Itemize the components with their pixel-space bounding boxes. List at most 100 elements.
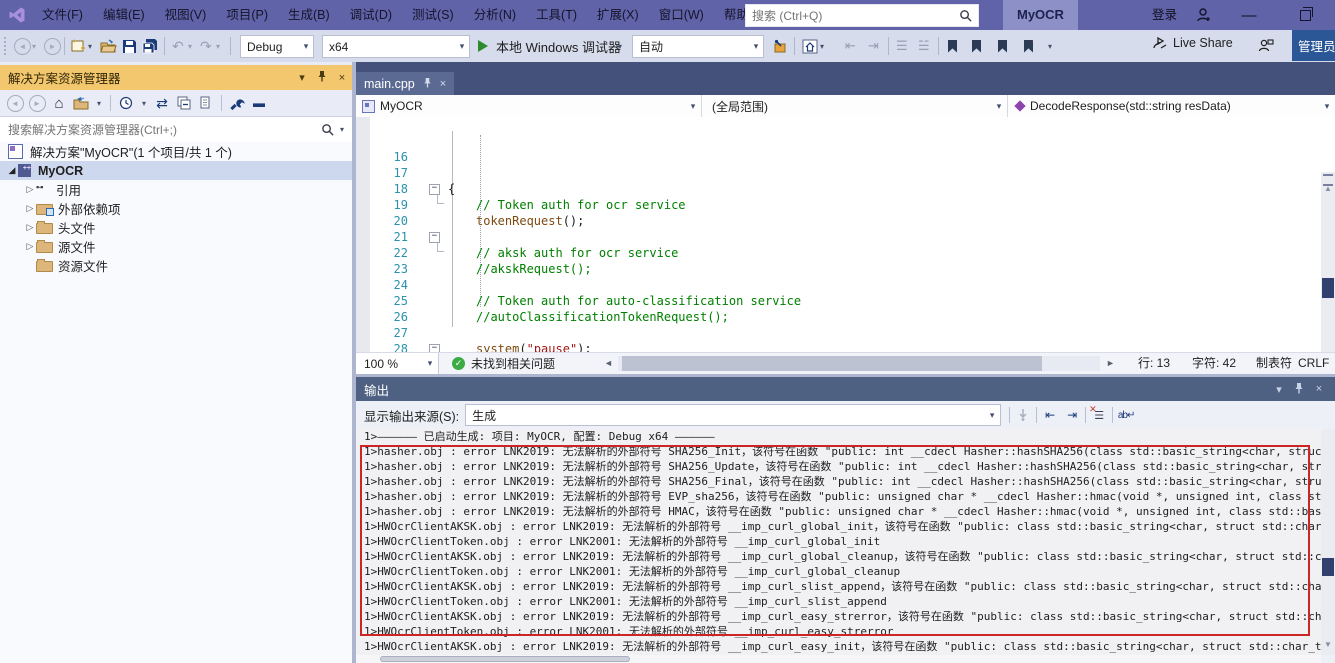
sign-in-button[interactable]: 登录 [1152,0,1177,30]
navigate-back-dropdown[interactable]: ▾ [32,36,36,56]
preview-selected-icon[interactable]: ▬ [250,94,268,112]
editor-horizontal-scrollbar[interactable] [618,356,1100,371]
tree-item[interactable]: ▷ 源文件 [0,237,352,256]
auto-dropdown[interactable]: 自动▾ [632,35,764,58]
comment-icon[interactable]: ☰ [896,36,908,56]
show-all-files-icon[interactable] [197,94,215,112]
tree-item[interactable]: ▷ 引用 [0,180,352,199]
search-options-dropdown[interactable]: ▾ [340,125,352,134]
code-line[interactable]: 22 − [356,213,1335,229]
output-horizontal-scrollbar[interactable] [356,655,1321,663]
menu-item[interactable]: 扩展(X) [587,0,649,30]
code-line[interactable]: 21 − //akskRequest(); [356,197,1335,213]
user-account-icon[interactable] [1196,7,1212,26]
scroll-up-icon[interactable]: ▲ [1321,184,1335,193]
start-debugging-icon[interactable] [478,36,488,56]
collapse-all-icon[interactable] [175,94,193,112]
output-source-dropdown[interactable]: 生成▾ [465,404,1001,426]
indent-increase-icon[interactable]: ⇥ [868,36,879,56]
tab-close-icon[interactable]: × [440,78,446,90]
minimize-button[interactable]: — [1232,0,1266,30]
toggle-bookmark-button[interactable] [948,36,957,56]
home-icon[interactable]: ⌂ [50,94,68,112]
menu-item[interactable]: 测试(S) [402,0,464,30]
quick-search-box[interactable] [745,4,979,27]
menu-item[interactable]: 生成(B) [278,0,340,30]
code-line[interactable]: 24 − //autoClassificationTokenRequest(); [356,245,1335,261]
solution-explorer-search-input[interactable] [0,123,321,137]
live-share-button[interactable]: Live Share [1152,36,1233,50]
uncomment-icon[interactable]: ☱ [918,36,930,56]
scrollbar-thumb[interactable] [1322,558,1334,576]
close-icon[interactable]: × [1309,383,1335,395]
sync-with-active-document-icon[interactable]: ⇄ [153,94,171,112]
undo-button[interactable]: ↶ [172,36,184,56]
quick-search-input[interactable] [746,9,959,23]
filter-dropdown[interactable]: ▾ [139,94,149,112]
editor-vertical-scrollbar[interactable]: ▲ [1321,172,1335,352]
solution-explorer-search[interactable]: ▾ [0,116,352,143]
scrollbar-thumb[interactable] [380,656,630,662]
code-editor[interactable]: 16 − { 17 − // Token auth for ocr servic… [356,117,1335,352]
scrollbar-thumb[interactable] [1322,278,1334,298]
solution-scope-dropdown[interactable]: ▾ [820,36,824,56]
code-line[interactable]: 30 − void tokenRequest() { [356,341,1335,352]
document-health-indicator[interactable]: ✓ 未找到相关问题 [452,353,555,374]
open-file-button[interactable] [100,36,117,56]
save-button[interactable] [122,36,137,56]
clear-bookmarks-button[interactable] [1024,36,1033,56]
se-back-icon[interactable]: ◄ [6,94,24,112]
code-line[interactable]: 28 − } [356,309,1335,325]
menu-item[interactable]: 编辑(E) [93,0,155,30]
scrollbar-thumb[interactable] [622,356,1042,371]
scroll-down-icon[interactable]: ▼ [1321,640,1335,649]
menu-item[interactable]: 调试(D) [340,0,402,30]
attach-to-process-icon[interactable] [772,36,787,56]
next-message-icon[interactable]: ⇥ [1061,405,1083,425]
expander-collapsed-icon[interactable]: ▷ [24,241,36,252]
scroll-left-icon[interactable]: ◄ [604,358,613,368]
code-line[interactable]: 16 − { [356,117,1335,133]
redo-button[interactable]: ↷ [200,36,212,56]
outline-collapse-box[interactable]: − [429,232,440,243]
start-debugging-button[interactable]: 本地 Windows 调试器 [496,36,621,56]
undo-dropdown[interactable]: ▾ [188,36,192,56]
code-line[interactable]: 26 − system("pause"); [356,277,1335,293]
se-forward-icon[interactable]: ► [28,94,46,112]
clear-all-output-icon[interactable] [1088,405,1110,425]
window-position-dropdown-icon[interactable]: ▾ [1269,383,1289,396]
code-line[interactable]: 20 − // aksk auth for ocr service [356,181,1335,197]
new-project-button[interactable] [70,36,86,56]
output-text-area[interactable]: 1>—————— 已启动生成: 项目: MyOCR, 配置: Debug x64… [356,429,1321,655]
code-line[interactable]: 23 − // Token auth for auto-classificati… [356,229,1335,245]
close-icon[interactable]: × [332,72,352,84]
outline-collapse-box[interactable]: − [429,184,440,195]
solution-configuration-dropdown[interactable]: Debug▾ [240,35,314,58]
nav-member-dropdown[interactable]: DecodeResponse(std::string resData)▾ [1008,95,1335,117]
indent-decrease-icon[interactable]: ⇤ [845,36,856,56]
navigate-back-button[interactable]: ◄ [14,36,31,56]
outline-collapse-box[interactable]: − [429,344,440,352]
solution-explorer-header[interactable]: 解决方案资源管理器 ▾ × [0,65,352,90]
tree-item[interactable]: ▷ 外部依赖项 [0,199,352,218]
code-line[interactable]: 29 − [356,325,1335,341]
expander-expanded-icon[interactable]: ◢ [6,165,18,176]
window-position-dropdown-icon[interactable]: ▾ [292,71,312,84]
save-all-button[interactable] [142,36,159,56]
output-vertical-scrollbar[interactable]: ▼ [1321,429,1335,655]
restore-button[interactable] [1288,0,1322,30]
expander-collapsed-icon[interactable]: ▷ [24,184,36,195]
admin-badge[interactable]: 管理员 [1292,30,1335,61]
expander-collapsed-icon[interactable]: ▷ [24,222,36,233]
expander-collapsed-icon[interactable]: ▷ [24,203,36,214]
menu-item[interactable]: 工具(T) [526,0,587,30]
previous-message-icon[interactable]: ⇤ [1039,405,1061,425]
nav-scope-dropdown[interactable]: (全局范围)▾ [702,95,1008,117]
code-line[interactable]: 17 − // Token auth for ocr service [356,133,1335,149]
tree-item[interactable]: ▷ 资源文件 [0,256,352,275]
tab-main-cpp[interactable]: main.cpp × [356,72,454,95]
new-project-dropdown[interactable]: ▾ [88,36,92,56]
pin-icon[interactable] [312,70,332,85]
redo-dropdown[interactable]: ▾ [216,36,220,56]
code-line[interactable]: 18 − tokenRequest(); [356,149,1335,165]
